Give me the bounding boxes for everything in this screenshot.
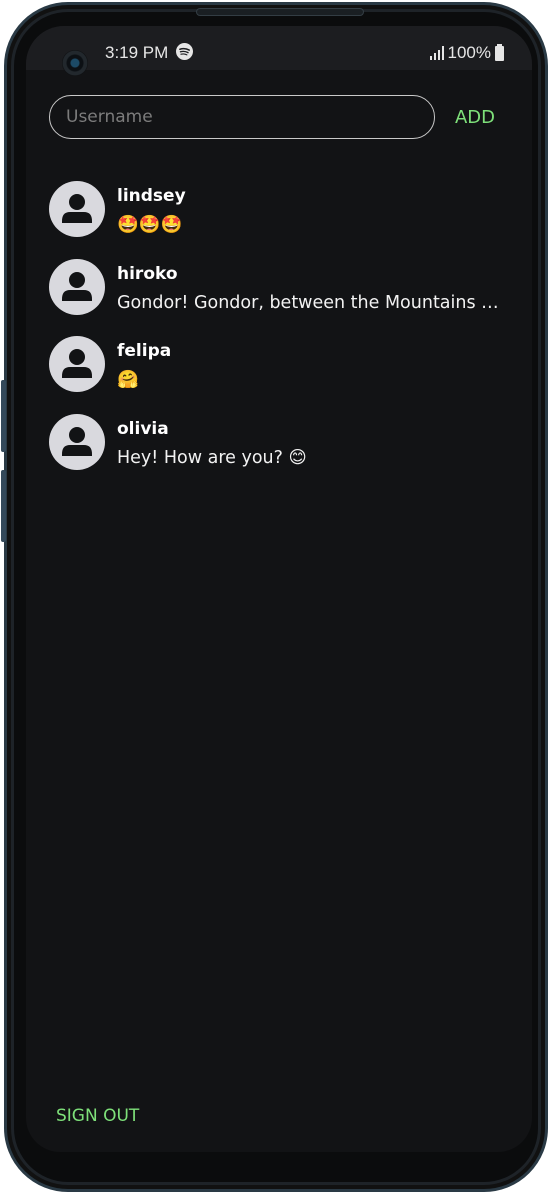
status-bar: 3:19 PM 100%: [26, 26, 532, 76]
chat-list: lindsey 🤩🤩🤩 hiroko Gondor! Gondor, betwe…: [49, 181, 519, 491]
app-screen: 3:19 PM 100% ADD: [26, 26, 532, 1152]
chat-text: hiroko Gondor! Gondor, between the Mount…: [117, 263, 509, 316]
status-right: 100%: [429, 43, 504, 63]
person-icon: [62, 194, 92, 223]
person-icon: [62, 349, 92, 378]
avatar: [49, 336, 105, 392]
username-input[interactable]: [49, 95, 435, 139]
chat-last-message: Gondor! Gondor, between the Mountains an…: [117, 292, 509, 313]
volume-up-button: [1, 380, 6, 452]
chat-item-olivia[interactable]: olivia Hey! How are you? 😊: [49, 413, 519, 492]
chat-name: hiroko: [117, 263, 178, 284]
status-time: 3:19 PM: [105, 43, 169, 62]
volume-down-button: [1, 470, 6, 542]
signal-icon: [429, 46, 444, 60]
chat-text: felipa 🤗: [117, 340, 509, 393]
avatar: [49, 258, 105, 315]
battery-icon: [495, 43, 504, 61]
spotify-icon: [176, 43, 193, 60]
chat-last-message: 🤗: [117, 370, 139, 390]
sign-out-button[interactable]: SIGN OUT: [56, 1106, 139, 1126]
chat-last-message: 🤩🤩🤩: [117, 215, 183, 235]
chat-name: felipa: [117, 341, 172, 361]
person-icon: [62, 426, 92, 456]
chat-text: olivia Hey! How are you? 😊: [117, 418, 509, 471]
chat-item-hiroko[interactable]: hiroko Gondor! Gondor, between the Mount…: [49, 258, 519, 337]
chat-name: lindsey: [117, 186, 186, 206]
speaker-grille: [196, 8, 364, 16]
battery-percent: 100%: [447, 43, 491, 62]
chat-text: lindsey 🤩🤩🤩: [117, 185, 509, 238]
chat-last-message: Hey! How are you? 😊: [117, 447, 307, 468]
add-user-row: ADD: [49, 95, 509, 139]
avatar: [49, 181, 105, 237]
chat-item-lindsey[interactable]: lindsey 🤩🤩🤩: [49, 181, 519, 259]
add-button[interactable]: ADD: [441, 95, 509, 139]
chat-item-felipa[interactable]: felipa 🤗: [49, 336, 519, 414]
camera-icon: [62, 50, 88, 76]
avatar: [49, 413, 105, 470]
chat-name: olivia: [117, 418, 169, 439]
person-icon: [62, 271, 92, 301]
